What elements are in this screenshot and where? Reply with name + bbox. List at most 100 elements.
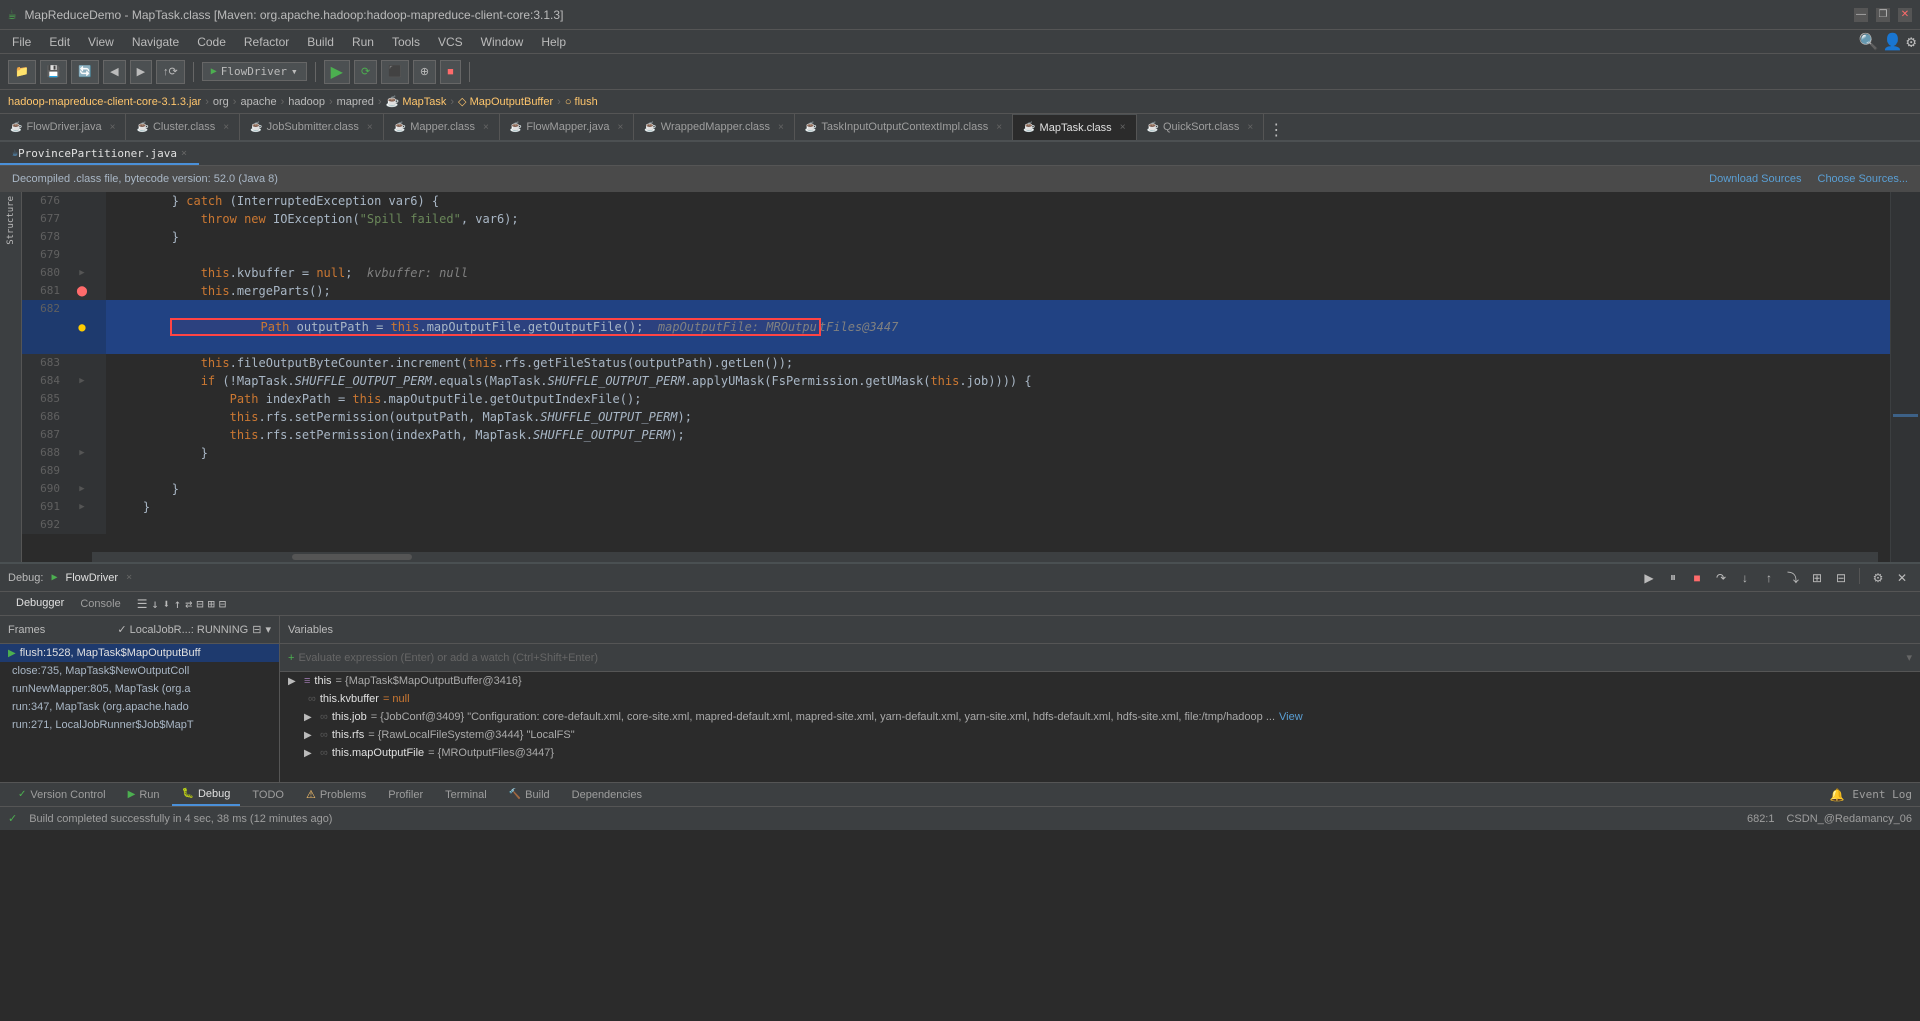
tab-cluster[interactable]: ☕ Cluster.class × (126, 114, 240, 140)
debug-swap-icon[interactable]: ⇄ (185, 597, 192, 611)
debug-settings-btn[interactable]: ⚙ (1868, 568, 1888, 588)
save-button[interactable]: 💾 (40, 60, 68, 84)
bottom-tab-terminal[interactable]: Terminal (435, 784, 497, 806)
var-kvbuffer[interactable]: ∞ this.kvbuffer = null (280, 690, 1920, 708)
watch-input-area[interactable]: + Evaluate expression (Enter) or add a w… (280, 644, 1920, 672)
debug-down-icon[interactable]: ↓ (151, 597, 158, 611)
close-tab-maptask[interactable]: × (1120, 122, 1126, 133)
var-job[interactable]: ▶ ∞ this.job = {JobConf@3409} "Configura… (280, 708, 1920, 726)
menu-refactor[interactable]: Refactor (236, 33, 297, 51)
close-button[interactable]: ✕ (1898, 8, 1912, 22)
debug-tab-console[interactable]: Console (72, 590, 128, 618)
flow-driver-selector[interactable]: ▶ FlowDriver ▾ (202, 62, 307, 81)
bc-mapoutputbuffer[interactable]: ◇ MapOutputBuffer (458, 95, 553, 108)
debug-save-icon[interactable]: ⬇ (163, 597, 170, 611)
debug-eval-btn[interactable]: ⊞ (1807, 568, 1827, 588)
view-link-job[interactable]: View (1279, 711, 1303, 723)
stop-button[interactable]: ■ (440, 60, 461, 84)
bottom-tab-dependencies[interactable]: Dependencies (562, 784, 652, 806)
h-scrollbar-thumb[interactable] (292, 554, 412, 560)
debug-list-icon[interactable]: ☰ (137, 597, 148, 611)
watch-dropdown[interactable]: ▾ (1906, 651, 1912, 664)
maximize-button[interactable]: ❐ (1876, 8, 1890, 22)
menu-run[interactable]: Run (344, 33, 382, 51)
menu-tools[interactable]: Tools (384, 33, 428, 51)
debug-run-button[interactable]: ⟳ (354, 60, 377, 84)
choose-sources-link[interactable]: Choose Sources... (1818, 173, 1909, 185)
more-tabs-button[interactable]: ⋮ (1268, 120, 1284, 140)
filter-icon[interactable]: ⊟ (252, 623, 261, 636)
open-file-button[interactable]: 📁 (8, 60, 36, 84)
expand-arrow-rfs[interactable]: ▶ (304, 730, 316, 741)
menu-build[interactable]: Build (299, 33, 342, 51)
close-tab-taskinput[interactable]: × (996, 122, 1002, 133)
frame-item-1[interactable]: ▶ flush:1528, MapTask$MapOutputBuff (0, 644, 279, 662)
debug-grid-icon[interactable]: ⊞ (208, 597, 215, 611)
close-tab-quicksort[interactable]: × (1247, 122, 1253, 133)
var-mapoutputfile[interactable]: ▶ ∞ this.mapOutputFile = {MROutputFiles@… (280, 744, 1920, 762)
debug-filter-icon[interactable]: ⊟ (196, 597, 203, 611)
user-icon[interactable]: 👤 (1882, 32, 1902, 51)
tab-flowdriver[interactable]: ☕ FlowDriver.java × (0, 114, 126, 140)
event-log-icon[interactable]: 🔔 (1829, 788, 1844, 802)
tab-quicksort[interactable]: ☕ QuickSort.class × (1137, 114, 1265, 140)
bottom-tab-vc[interactable]: ✓ Version Control (8, 784, 116, 806)
debug-grid2-icon[interactable]: ⊟ (219, 597, 226, 611)
bottom-tab-todo[interactable]: TODO (242, 784, 294, 806)
close-tab-jobsubmitter[interactable]: × (367, 122, 373, 133)
debug-flow-driver-tab[interactable]: FlowDriver (66, 572, 119, 584)
menu-file[interactable]: File (4, 33, 39, 51)
bc-apache[interactable]: apache (240, 96, 276, 108)
event-log-label[interactable]: Event Log (1852, 788, 1912, 801)
thread-selector[interactable]: ✓ LocalJobR...: RUNNING (117, 623, 248, 636)
search-everywhere-icon[interactable]: 🔍 (1859, 32, 1879, 51)
bottom-tab-debug[interactable]: 🐛 Debug (172, 784, 241, 806)
debug-resume-btn[interactable]: ▶ (1639, 568, 1659, 588)
code-editor[interactable]: 676 } catch (InterruptedException var6) … (22, 192, 1890, 562)
close-tab-wrappedmapper[interactable]: × (778, 122, 784, 133)
bc-jar[interactable]: hadoop-mapreduce-client-core-3.1.3.jar (8, 96, 201, 108)
debug-runtocrsr-btn[interactable]: ⤵ (1783, 568, 1803, 588)
sub-tab-close[interactable]: × (181, 148, 187, 159)
breakpoint-681[interactable]: ⬤ (76, 286, 87, 297)
debug-stepout-btn[interactable]: ↑ (1759, 568, 1779, 588)
bottom-tab-profiler[interactable]: Profiler (378, 784, 433, 806)
tab-jobsubmitter[interactable]: ☕ JobSubmitter.class × (240, 114, 384, 140)
sub-tab-provincepartitioner[interactable]: ☕ ProvincePartitioner.java × (0, 143, 199, 165)
menu-vcs[interactable]: VCS (430, 33, 471, 51)
close-tab-cluster[interactable]: × (223, 122, 229, 133)
debug-up-icon[interactable]: ↑ (174, 597, 181, 611)
debug-close-btn[interactable]: ✕ (1892, 568, 1912, 588)
tab-taskinput[interactable]: ☕ TaskInputOutputContextImpl.class × (795, 114, 1013, 140)
var-this[interactable]: ▶ ≡ this = {MapTask$MapOutputBuffer@3416… (280, 672, 1920, 690)
forward-button[interactable]: ▶ (130, 60, 152, 84)
settings-icon[interactable]: ⚙ (1906, 32, 1916, 51)
bc-maptask[interactable]: ☕ MapTask (386, 95, 447, 108)
right-scrollbar[interactable] (1890, 192, 1920, 562)
close-debug-tab[interactable]: × (126, 572, 132, 583)
attach-button[interactable]: ⊕ (413, 60, 436, 84)
tab-flowmapper[interactable]: ☕ FlowMapper.java × (500, 114, 634, 140)
window-controls[interactable]: — ❐ ✕ (1854, 8, 1912, 22)
refresh-button[interactable]: 🔄 (71, 60, 99, 84)
menu-view[interactable]: View (80, 33, 122, 51)
debug-stepover-btn[interactable]: ↷ (1711, 568, 1731, 588)
coverage-button[interactable]: ⬛ (381, 60, 409, 84)
debug-stop-btn[interactable]: ■ (1687, 568, 1707, 588)
frame-item-2[interactable]: close:735, MapTask$NewOutputColl (0, 662, 279, 680)
close-tab-flowdriver[interactable]: × (110, 122, 116, 133)
bc-mapred[interactable]: mapred (337, 96, 374, 108)
frame-item-3[interactable]: runNewMapper:805, MapTask (org.a (0, 680, 279, 698)
tab-maptask[interactable]: ☕ MapTask.class × (1013, 114, 1136, 140)
minimize-button[interactable]: — (1854, 8, 1868, 22)
debug-more-btn[interactable]: ⊟ (1831, 568, 1851, 588)
menu-window[interactable]: Window (473, 33, 532, 51)
menu-edit[interactable]: Edit (41, 33, 78, 51)
download-sources-link[interactable]: Download Sources (1709, 173, 1801, 185)
expand-arrow-this[interactable]: ▶ (288, 676, 300, 687)
var-rfs[interactable]: ▶ ∞ this.rfs = {RawLocalFileSystem@3444}… (280, 726, 1920, 744)
h-scrollbar[interactable] (92, 552, 1878, 562)
menu-navigate[interactable]: Navigate (124, 33, 187, 51)
bc-hadoop[interactable]: hadoop (288, 96, 325, 108)
menu-code[interactable]: Code (189, 33, 234, 51)
